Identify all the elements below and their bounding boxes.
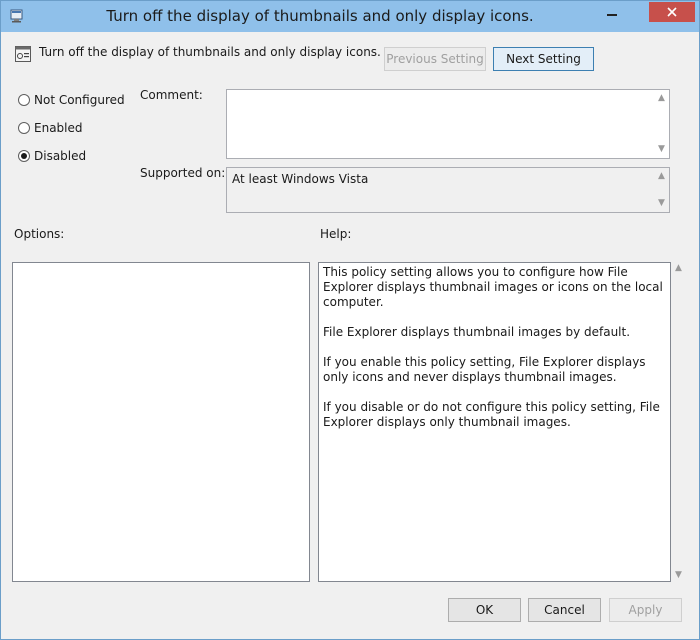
- radio-circle[interactable]: [18, 150, 30, 162]
- supported-on-value: At least Windows Vista: [232, 172, 369, 186]
- close-icon: [667, 7, 677, 17]
- previous-setting-button[interactable]: Previous Setting: [384, 47, 486, 71]
- options-pane: [12, 262, 310, 582]
- close-button[interactable]: [649, 2, 695, 22]
- policy-editor-icon: [9, 8, 25, 24]
- scroll-down-icon[interactable]: ▼: [658, 199, 665, 208]
- scroll-down-icon[interactable]: ▼: [658, 145, 665, 154]
- comment-field[interactable]: ▲ ▼: [226, 89, 670, 159]
- title-bar[interactable]: Turn off the display of thumbnails and o…: [1, 1, 699, 32]
- comment-scrollbar[interactable]: ▲ ▼: [655, 90, 669, 158]
- help-paragraph: This policy setting allows you to config…: [323, 265, 663, 309]
- policy-name-label: Turn off the display of thumbnails and o…: [39, 45, 381, 59]
- radio-selected-dot: [21, 153, 27, 159]
- enabled-radio[interactable]: Enabled: [18, 121, 83, 135]
- scroll-up-icon[interactable]: ▲: [675, 264, 682, 273]
- next-setting-button[interactable]: Next Setting: [493, 47, 594, 71]
- window-title: Turn off the display of thumbnails and o…: [106, 7, 534, 25]
- cancel-button[interactable]: Cancel: [528, 598, 601, 622]
- help-label: Help:: [320, 227, 352, 241]
- policy-setting-icon: [14, 45, 32, 63]
- help-scrollbar[interactable]: ▲ ▼: [672, 262, 686, 582]
- disabled-label: Disabled: [34, 149, 87, 163]
- radio-circle[interactable]: [18, 122, 30, 134]
- options-label: Options:: [14, 227, 65, 241]
- supported-on-field: At least Windows Vista ▲ ▼: [226, 167, 670, 213]
- help-paragraph: If you disable or do not configure this …: [323, 400, 660, 429]
- not-configured-label: Not Configured: [34, 93, 125, 107]
- scroll-up-icon[interactable]: ▲: [658, 94, 665, 103]
- supported-scrollbar[interactable]: ▲ ▼: [655, 168, 669, 212]
- help-paragraph: File Explorer displays thumbnail images …: [323, 325, 631, 339]
- enabled-label: Enabled: [34, 121, 83, 135]
- help-paragraph: If you enable this policy setting, File …: [323, 355, 646, 384]
- dialog-body: Turn off the display of thumbnails and o…: [1, 32, 699, 639]
- policy-dialog: Turn off the display of thumbnails and o…: [0, 0, 700, 640]
- not-configured-radio[interactable]: Not Configured: [18, 93, 125, 107]
- ok-button[interactable]: OK: [448, 598, 521, 622]
- scroll-down-icon[interactable]: ▼: [675, 571, 682, 580]
- help-pane: This policy setting allows you to config…: [318, 262, 671, 582]
- scroll-up-icon[interactable]: ▲: [658, 172, 665, 181]
- radio-circle[interactable]: [18, 94, 30, 106]
- disabled-radio[interactable]: Disabled: [18, 149, 86, 163]
- supported-on-label: Supported on:: [140, 166, 226, 180]
- minimize-icon: [606, 14, 617, 16]
- comment-label: Comment:: [140, 88, 203, 102]
- apply-button[interactable]: Apply: [609, 598, 682, 622]
- minimize-button[interactable]: [598, 2, 625, 22]
